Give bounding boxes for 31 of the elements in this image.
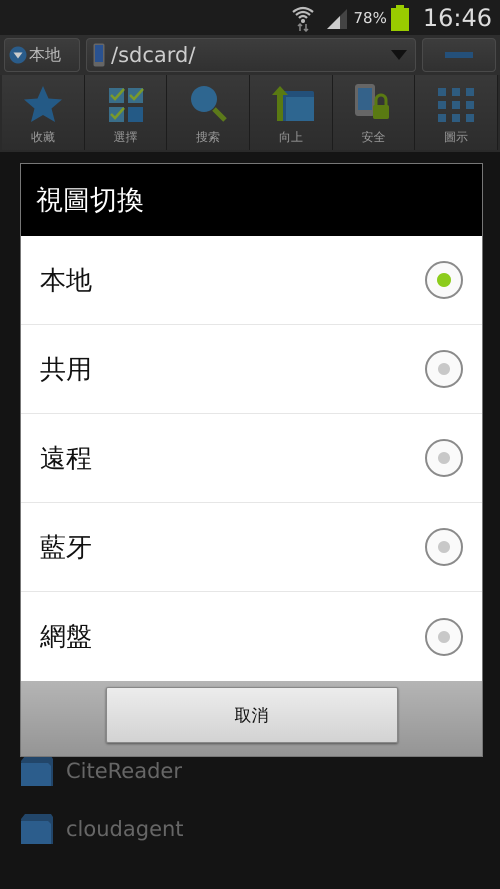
- radio-button[interactable]: [424, 616, 464, 656]
- dropdown-icon: [9, 46, 27, 64]
- caret-icon: [391, 50, 407, 60]
- toolbar-button[interactable]: 搜索: [167, 75, 250, 150]
- folder-icon: [20, 813, 54, 845]
- battery-icon: [390, 4, 409, 30]
- path-text: /sdcard/: [111, 43, 196, 67]
- folder-icon: [20, 755, 54, 787]
- location-dropdown[interactable]: 本地: [4, 38, 80, 72]
- cancel-button[interactable]: 取消: [106, 687, 398, 743]
- radio-button[interactable]: [424, 349, 464, 389]
- search-icon: [188, 83, 228, 123]
- toolbar-button[interactable]: 選擇: [84, 75, 168, 150]
- battery-percent: 78%: [353, 8, 387, 26]
- folder-name[interactable]: CiteReader: [66, 759, 182, 783]
- radio-button[interactable]: [424, 438, 464, 478]
- dialog-title: 視圖切換: [36, 184, 144, 218]
- toolbar-button[interactable]: 收藏: [2, 75, 85, 150]
- radio-button[interactable]: [424, 527, 464, 567]
- grid-icon: [437, 87, 476, 123]
- toolbar-button[interactable]: 向上: [250, 75, 333, 150]
- minus-icon: [445, 52, 473, 58]
- toolbar-button[interactable]: 安全: [332, 75, 416, 150]
- star-icon: [22, 85, 63, 123]
- clock-time: 16:46: [422, 4, 492, 32]
- phone-icon: [93, 43, 105, 67]
- folder-name[interactable]: cloudagent: [66, 817, 184, 841]
- path-dropdown[interactable]: /sdcard/: [86, 38, 416, 72]
- toolbar-button[interactable]: 圖示: [415, 75, 498, 150]
- radio-button[interactable]: [424, 260, 464, 300]
- checkbox-grid-icon: [108, 87, 144, 123]
